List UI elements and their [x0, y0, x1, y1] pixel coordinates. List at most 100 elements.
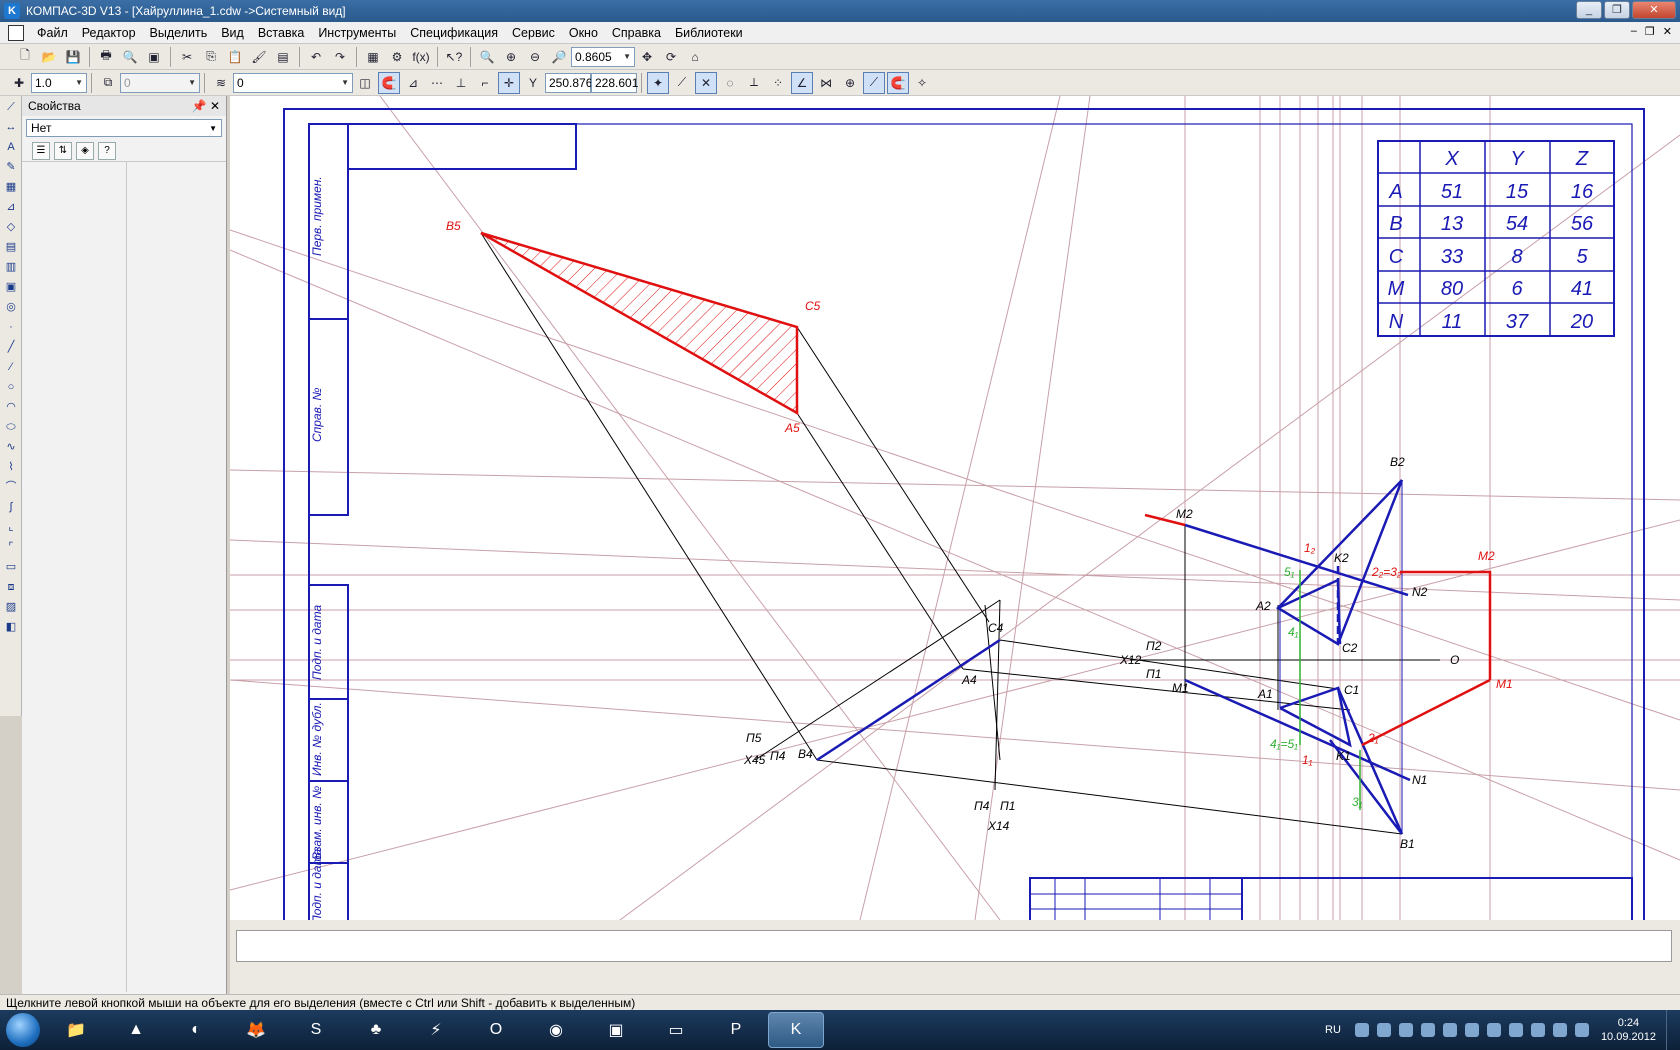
tray-volume-icon[interactable] [1552, 1023, 1567, 1037]
tray-app-icon[interactable] [1464, 1023, 1479, 1037]
menu-service[interactable]: Сервис [505, 26, 562, 40]
refresh-view-icon[interactable]: ⟳ [660, 46, 682, 68]
copy-icon[interactable]: ⎘ [200, 46, 222, 68]
taskbar-game-icon[interactable]: ♣ [348, 1012, 404, 1048]
tray-app-icon[interactable] [1420, 1023, 1435, 1037]
taskbar-chrome-icon[interactable]: ◉ [528, 1012, 584, 1048]
document-icon[interactable] [8, 24, 24, 41]
taskbar-app-icon[interactable]: ⚡ [408, 1012, 464, 1048]
layer-state-icon[interactable]: ◫ [354, 72, 376, 94]
offset-tool-icon[interactable]: ⧈ [2, 578, 20, 596]
chamfer-tool-icon[interactable]: ⌞ [2, 518, 20, 536]
layer-icon[interactable]: ⧉ [97, 72, 119, 94]
taskbar-kompas-icon[interactable]: K [768, 1012, 824, 1048]
panel-close-icon[interactable]: ✕ [210, 99, 220, 113]
spec-tool-icon[interactable]: ▤ [2, 238, 20, 256]
aux-line-tool-icon[interactable]: ╱ [2, 338, 20, 356]
manager-icon[interactable]: ▣ [143, 46, 165, 68]
select-tool-icon[interactable]: ◇ [2, 218, 20, 236]
insert-tool-icon[interactable]: ▣ [2, 278, 20, 296]
layer-field[interactable]: 0 ▼ [120, 72, 200, 93]
taskbar-app2-icon[interactable]: ▣ [588, 1012, 644, 1048]
maximize-button[interactable]: ❐ [1604, 1, 1630, 19]
ortho-icon[interactable]: ⌐ [474, 72, 496, 94]
tray-app-icon[interactable] [1376, 1023, 1391, 1037]
menu-specification[interactable]: Спецификация [403, 26, 505, 40]
circle-tool-icon[interactable]: ○ [2, 378, 20, 396]
coord-x-field[interactable]: 250.876 [545, 72, 592, 93]
style-field[interactable]: 0 ▼ [233, 72, 353, 93]
menu-help[interactable]: Справка [605, 26, 668, 40]
tray-app-icon[interactable] [1442, 1023, 1457, 1037]
scale-field[interactable]: 1.0 ▼ [31, 72, 87, 93]
pin-icon[interactable]: 📌 [192, 99, 207, 113]
taskbar-firefox-icon[interactable]: 🦊 [228, 1012, 284, 1048]
menu-insert[interactable]: Вставка [251, 26, 311, 40]
hatch-tool-icon[interactable]: ▨ [2, 598, 20, 616]
local-snap-icon[interactable]: ⊿ [402, 72, 424, 94]
help-icon[interactable]: ? [98, 141, 116, 160]
params-tool-icon[interactable]: ▦ [2, 178, 20, 196]
ellipse-tool-icon[interactable]: ⬭ [2, 418, 20, 436]
segment-tool-icon[interactable]: ⁄ [2, 358, 20, 376]
taskbar-aimp-icon[interactable]: ▲ [108, 1012, 164, 1048]
snap-angle-icon[interactable]: ∠ [791, 71, 813, 94]
frag-tool-icon[interactable]: ◎ [2, 298, 20, 316]
redo-icon[interactable]: ↷ [329, 46, 351, 68]
symbols-tool-icon[interactable]: A [2, 138, 20, 156]
undo-icon[interactable]: ↶ [305, 46, 327, 68]
selection-dropdown[interactable]: Нет ▼ [26, 119, 222, 137]
format-brush-icon[interactable]: 🖌 [248, 46, 270, 68]
menu-file[interactable]: Файл [30, 26, 75, 40]
minimize-button[interactable]: _ [1576, 1, 1602, 19]
zoom-field[interactable]: 0.8605 ▼ [571, 46, 635, 67]
scale-icon[interactable]: ✚ [8, 72, 30, 94]
grid-icon[interactable]: ⋯ [426, 72, 448, 94]
snap-extra-icon[interactable]: ✧ [911, 72, 933, 94]
geometry-tool-icon[interactable]: ⟋ [2, 98, 20, 116]
menu-view[interactable]: Вид [214, 26, 251, 40]
menu-window[interactable]: Окно [562, 26, 605, 40]
sort-icon[interactable]: ⇅ [54, 141, 72, 160]
object-props-icon[interactable]: ◈ [76, 141, 94, 160]
mdi-minimize-button[interactable]: – [1631, 25, 1637, 38]
taskbar-skype-icon[interactable]: S [288, 1012, 344, 1048]
tray-app-icon[interactable] [1486, 1023, 1501, 1037]
measure-tool-icon[interactable]: ⊿ [2, 198, 20, 216]
parameters-box[interactable] [236, 930, 1672, 962]
save-icon[interactable]: 💾 [62, 46, 84, 68]
contour-tool-icon[interactable]: ⌒ [2, 478, 20, 496]
tray-network-icon[interactable] [1530, 1023, 1545, 1037]
snap-grid-icon[interactable]: ⁘ [767, 72, 789, 94]
taskbar-opera-icon[interactable]: O [468, 1012, 524, 1048]
show-desktop-button[interactable] [1666, 1010, 1680, 1050]
menu-select[interactable]: Выделить [143, 26, 215, 40]
snap-middle-icon[interactable]: ⋈ [815, 72, 837, 94]
snap-normal-icon[interactable]: ⟂ [743, 72, 765, 94]
close-button[interactable]: ✕ [1632, 1, 1676, 19]
local-cs-icon[interactable]: ⊥ [450, 72, 472, 94]
kompas-app-icon[interactable]: K [4, 3, 20, 19]
tray-flag-icon[interactable] [1574, 1023, 1589, 1037]
properties-icon[interactable]: ▤ [272, 46, 294, 68]
tree-icon[interactable]: ▦ [362, 46, 384, 68]
curve-tool-icon[interactable]: ∫ [2, 498, 20, 516]
clock[interactable]: 0:24 10.09.2012 [1601, 1016, 1656, 1044]
menu-editor[interactable]: Редактор [75, 26, 143, 40]
snap-intersect-icon[interactable]: ✕ [695, 71, 717, 94]
fill-tool-icon[interactable]: ◧ [2, 618, 20, 636]
menu-tools[interactable]: Инструменты [311, 26, 403, 40]
edit-tool-icon[interactable]: ✎ [2, 158, 20, 176]
mdi-close-button[interactable]: ✕ [1663, 25, 1672, 38]
coord-y-field[interactable]: 228.601 [591, 72, 638, 93]
snap-magnet-icon[interactable]: 🧲 [378, 71, 400, 94]
pan-icon[interactable]: ✥ [636, 46, 658, 68]
taskbar-app3-icon[interactable]: ▭ [648, 1012, 704, 1048]
snap-center-icon[interactable]: ⊕ [839, 72, 861, 94]
taskbar-media-icon[interactable]: ◐ [168, 1012, 224, 1048]
help-pointer-icon[interactable]: ↖? [443, 46, 465, 68]
mdi-restore-button[interactable]: ❐ [1645, 25, 1655, 38]
print-preview-icon[interactable]: 🔍 [119, 46, 141, 68]
open-folder-icon[interactable]: 📂 [38, 46, 60, 68]
zoom-window-icon[interactable]: 🔍 [476, 46, 498, 68]
